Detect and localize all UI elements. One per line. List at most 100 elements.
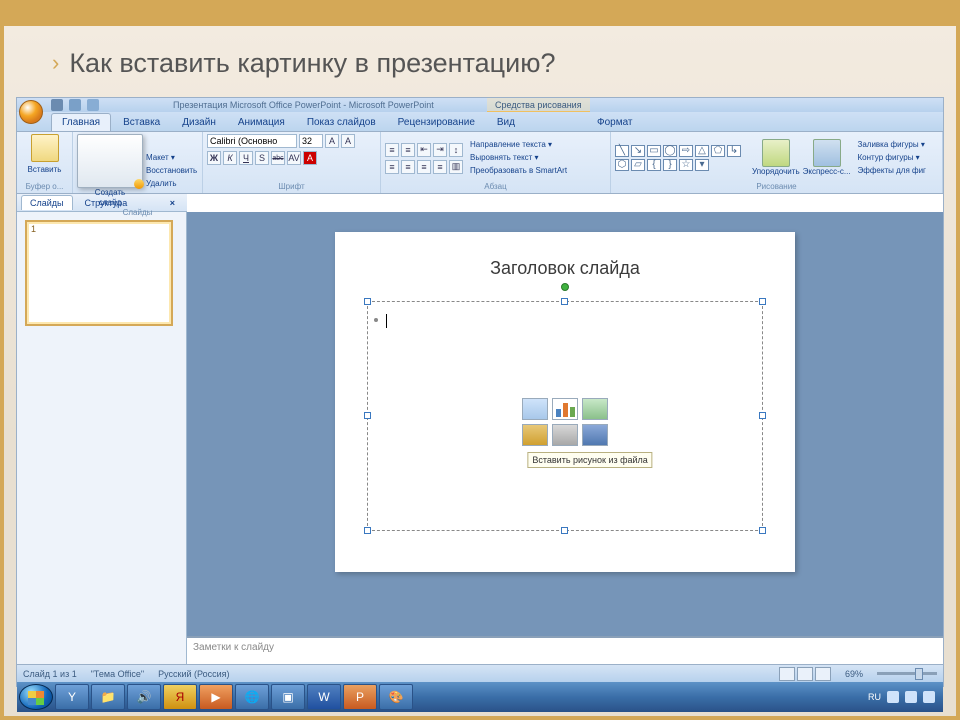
resize-handle[interactable]: [561, 527, 568, 534]
tab-review[interactable]: Рецензирование: [388, 114, 485, 131]
resize-handle[interactable]: [759, 527, 766, 534]
tray-icon[interactable]: [905, 691, 917, 703]
taskbar-apps-icon[interactable]: ▣: [271, 684, 305, 710]
sorter-view-button[interactable]: [797, 667, 813, 681]
align-text-button[interactable]: Выровнять текст ▾: [470, 153, 567, 163]
resize-handle[interactable]: [364, 412, 371, 419]
insert-chart-icon[interactable]: [552, 398, 578, 420]
windows-taskbar: Y 📁 🔊 Я ▶ 🌐 ▣ W P 🎨 RU: [17, 682, 943, 712]
taskbar-yandex-icon[interactable]: Y: [55, 684, 89, 710]
rotation-handle-icon[interactable]: [561, 283, 569, 291]
slideshow-view-button[interactable]: [815, 667, 831, 681]
insert-clipart-icon[interactable]: [552, 424, 578, 446]
shape-outline-button[interactable]: Контур фигуры ▾: [858, 153, 926, 163]
paste-icon[interactable]: [31, 134, 59, 162]
taskbar-paint-icon[interactable]: 🎨: [379, 684, 413, 710]
arrange-icon[interactable]: [762, 139, 790, 167]
slide-question: Как вставить картинку в презентацию?: [52, 48, 956, 79]
qat-save-icon[interactable]: [51, 99, 63, 111]
zoom-slider[interactable]: [877, 672, 937, 675]
tab-design[interactable]: Дизайн: [172, 114, 226, 131]
notes-pane[interactable]: Заметки к слайду: [187, 636, 943, 664]
align-right-button[interactable]: ≡: [417, 160, 431, 174]
slide-title-placeholder[interactable]: Заголовок слайда: [367, 258, 763, 291]
linespacing-button[interactable]: ↕: [449, 143, 463, 157]
office-button[interactable]: [19, 100, 43, 124]
reset-button[interactable]: Восстановить: [146, 166, 197, 176]
resize-handle[interactable]: [364, 298, 371, 305]
shapes-gallery[interactable]: ╲↘▭◯⇨△⬠ ↳⬡▱{}☆▾: [615, 145, 743, 171]
taskbar-word-icon[interactable]: W: [307, 684, 341, 710]
insert-table-icon[interactable]: [522, 398, 548, 420]
qat-redo-icon[interactable]: [87, 99, 99, 111]
font-name-input[interactable]: [207, 134, 297, 148]
shape-fill-button[interactable]: Заливка фигуры ▾: [858, 140, 926, 150]
grow-font-button[interactable]: A: [325, 134, 339, 148]
new-slide-icon[interactable]: [77, 134, 143, 188]
shrink-font-button[interactable]: A: [341, 134, 355, 148]
tab-slideshow[interactable]: Показ слайдов: [297, 114, 386, 131]
tab-format[interactable]: Формат: [587, 114, 643, 131]
taskbar-explorer-icon[interactable]: 📁: [91, 684, 125, 710]
quick-styles-icon[interactable]: [813, 139, 841, 167]
tab-home[interactable]: Главная: [51, 113, 111, 131]
title-bar: Презентация Microsoft Office PowerPoint …: [17, 98, 943, 112]
taskbar-wmp-icon[interactable]: ▶: [199, 684, 233, 710]
bullets-button[interactable]: ≡: [385, 143, 399, 157]
indent-dec-button[interactable]: ⇤: [417, 143, 431, 157]
slide-canvas[interactable]: Заголовок слайда: [335, 232, 795, 572]
justify-button[interactable]: ≡: [433, 160, 447, 174]
content-placeholder-icons: [522, 398, 608, 446]
strike-button[interactable]: abc: [271, 151, 285, 165]
columns-button[interactable]: ▥: [449, 160, 463, 174]
shadow-button[interactable]: S: [255, 151, 269, 165]
font-color-button[interactable]: A: [303, 151, 317, 165]
tray-language[interactable]: RU: [868, 692, 881, 702]
tray-icon[interactable]: [887, 691, 899, 703]
tray-icon[interactable]: [923, 691, 935, 703]
start-button[interactable]: [19, 684, 53, 710]
smartart-button[interactable]: Преобразовать в SmartArt: [470, 166, 567, 176]
align-center-button[interactable]: ≡: [401, 160, 415, 174]
tab-view[interactable]: Вид: [487, 114, 525, 131]
resize-handle[interactable]: [364, 527, 371, 534]
bold-button[interactable]: Ж: [207, 151, 221, 165]
insert-media-icon[interactable]: [582, 424, 608, 446]
group-clipboard-label: Буфер о...: [21, 182, 68, 191]
qat-undo-icon[interactable]: [69, 99, 81, 111]
insert-smartart-icon[interactable]: [582, 398, 608, 420]
underline-button[interactable]: Ч: [239, 151, 253, 165]
thumbnails-panel: 1: [17, 212, 187, 664]
layout-button[interactable]: Макет ▾: [146, 153, 197, 163]
status-language[interactable]: Русский (Россия): [158, 669, 229, 679]
align-left-button[interactable]: ≡: [385, 160, 399, 174]
zoom-percent[interactable]: 69%: [845, 669, 863, 679]
slide-content-placeholder[interactable]: Вставить рисунок из файла: [367, 301, 763, 531]
numbering-button[interactable]: ≡: [401, 143, 415, 157]
resize-handle[interactable]: [561, 298, 568, 305]
tab-animation[interactable]: Анимация: [228, 114, 295, 131]
font-size-input[interactable]: [299, 134, 323, 148]
text-direction-button[interactable]: Направление текста ▾: [470, 140, 567, 150]
resize-handle[interactable]: [759, 412, 766, 419]
shape-effects-button[interactable]: Эффекты для фиг: [858, 166, 926, 176]
insert-picture-tooltip: Вставить рисунок из файла: [527, 452, 652, 468]
thumbnail-number: 1: [31, 224, 36, 234]
tab-slides-panel[interactable]: Слайды: [21, 195, 73, 210]
italic-button[interactable]: К: [223, 151, 237, 165]
taskbar-sound-icon[interactable]: 🔊: [127, 684, 161, 710]
resize-handle[interactable]: [759, 298, 766, 305]
delete-button[interactable]: Удалить: [146, 179, 197, 189]
spacing-button[interactable]: AV: [287, 151, 301, 165]
tab-insert[interactable]: Вставка: [113, 114, 170, 131]
slide-thumbnail-1[interactable]: 1: [25, 220, 173, 326]
ribbon: Вставить Буфер о... Создать слайд Макет …: [17, 132, 943, 194]
taskbar-browser-icon[interactable]: 🌐: [235, 684, 269, 710]
normal-view-button[interactable]: [779, 667, 795, 681]
status-bar: Слайд 1 из 1 "Тема Office" Русский (Росс…: [17, 664, 943, 682]
system-tray: RU: [868, 691, 941, 703]
taskbar-yandex2-icon[interactable]: Я: [163, 684, 197, 710]
insert-picture-icon[interactable]: [522, 424, 548, 446]
indent-inc-button[interactable]: ⇥: [433, 143, 447, 157]
taskbar-powerpoint-icon[interactable]: P: [343, 684, 377, 710]
